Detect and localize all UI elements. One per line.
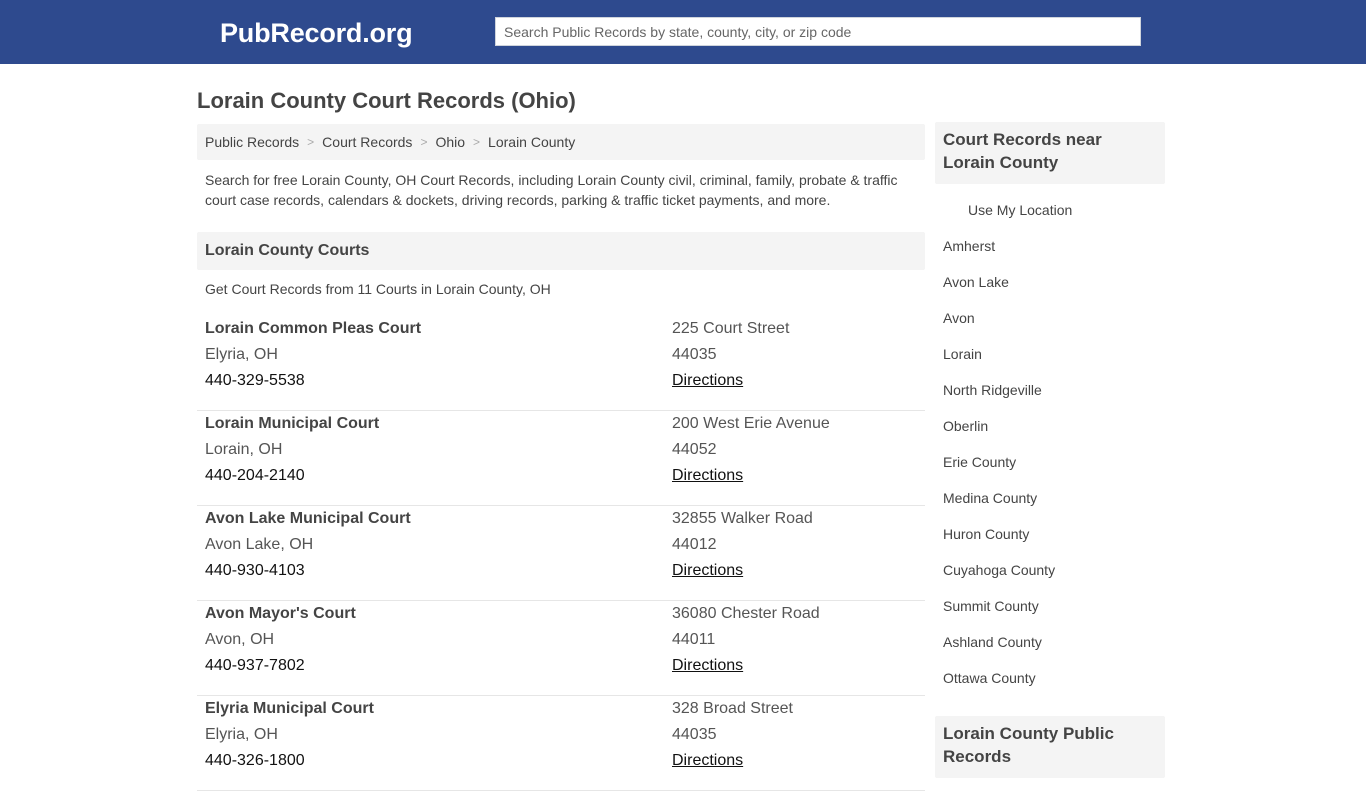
page-title: Lorain County Court Records (Ohio) bbox=[197, 88, 576, 113]
court-street: 200 West Erie Avenue bbox=[672, 415, 830, 432]
court-city: Lorain, OH bbox=[205, 441, 283, 458]
court-street: 328 Broad Street bbox=[672, 700, 793, 717]
search-box bbox=[495, 17, 1141, 46]
court-zip: 44035 bbox=[672, 346, 717, 363]
sidebar-item-huron-county[interactable]: Huron County bbox=[943, 516, 1165, 552]
sidebar-item-avon[interactable]: Avon bbox=[943, 300, 1165, 336]
court-phone[interactable]: 440-937-7802 bbox=[205, 657, 305, 675]
intro-text: Search for free Lorain County, OH Court … bbox=[205, 172, 898, 208]
court-zip: 44011 bbox=[672, 631, 716, 648]
breadcrumb-separator: > bbox=[307, 135, 315, 149]
sidebar-public-records-title: Lorain County Public Records bbox=[935, 716, 1165, 778]
court-phone[interactable]: 440-930-4103 bbox=[205, 562, 305, 580]
court-name-link[interactable]: Elyria Municipal Court bbox=[205, 700, 374, 718]
sidebar-item-avon-lake[interactable]: Avon Lake bbox=[943, 264, 1165, 300]
sidebar-nearby-title: Court Records near Lorain County bbox=[935, 122, 1165, 184]
sidebar-nearby-list: Use My Location Amherst Avon Lake Avon L… bbox=[943, 192, 1165, 696]
sidebar-item-ottawa-county[interactable]: Ottawa County bbox=[943, 660, 1165, 696]
sidebar-item-north-ridgeville[interactable]: North Ridgeville bbox=[943, 372, 1165, 408]
sidebar-item-amherst[interactable]: Amherst bbox=[943, 228, 1165, 264]
sidebar-item-cuyahoga-county[interactable]: Cuyahoga County bbox=[943, 552, 1165, 588]
breadcrumb-separator: > bbox=[420, 135, 428, 149]
use-my-location-link[interactable]: Use My Location bbox=[943, 192, 1165, 228]
court-zip: 44035 bbox=[672, 726, 717, 743]
court-city: Avon Lake, OH bbox=[205, 536, 314, 553]
breadcrumb: Public Records > Court Records > Ohio > … bbox=[197, 124, 925, 160]
search-input[interactable] bbox=[496, 18, 1140, 45]
sidebar-item-summit-county[interactable]: Summit County bbox=[943, 588, 1165, 624]
sidebar-item-ashland-county[interactable]: Ashland County bbox=[943, 624, 1165, 660]
court-name-link[interactable]: Lorain Municipal Court bbox=[205, 415, 379, 433]
breadcrumb-ohio[interactable]: Ohio bbox=[435, 134, 465, 150]
court-item: Avon Mayor's Court Avon, OH 440-937-7802… bbox=[197, 601, 925, 696]
site-logo[interactable]: PubRecord.org bbox=[220, 18, 413, 49]
court-city: Elyria, OH bbox=[205, 726, 278, 743]
court-zip: 44012 bbox=[672, 536, 717, 553]
court-name-link[interactable]: Avon Lake Municipal Court bbox=[205, 510, 411, 528]
court-item: Lorain Common Pleas Court Elyria, OH 440… bbox=[197, 316, 925, 411]
courts-subtitle: Get Court Records from 11 Courts in Lora… bbox=[205, 281, 551, 297]
top-bar: PubRecord.org bbox=[0, 0, 1366, 64]
breadcrumb-court-records[interactable]: Court Records bbox=[322, 134, 412, 150]
directions-link[interactable]: Directions bbox=[672, 372, 743, 390]
court-zip: 44052 bbox=[672, 441, 717, 458]
courts-section-title: Lorain County Courts bbox=[197, 232, 925, 270]
sidebar-item-medina-county[interactable]: Medina County bbox=[943, 480, 1165, 516]
court-street: 36080 Chester Road bbox=[672, 605, 820, 622]
court-phone[interactable]: 440-204-2140 bbox=[205, 467, 305, 485]
court-phone[interactable]: 440-329-5538 bbox=[205, 372, 305, 390]
directions-link[interactable]: Directions bbox=[672, 562, 743, 580]
court-phone[interactable]: 440-326-1800 bbox=[205, 752, 305, 770]
directions-link[interactable]: Directions bbox=[672, 467, 743, 485]
directions-link[interactable]: Directions bbox=[672, 752, 743, 770]
court-item: Avon Lake Municipal Court Avon Lake, OH … bbox=[197, 506, 925, 601]
breadcrumb-separator: > bbox=[473, 135, 481, 149]
court-city: Elyria, OH bbox=[205, 346, 278, 363]
court-street: 225 Court Street bbox=[672, 320, 790, 337]
court-city: Avon, OH bbox=[205, 631, 275, 648]
court-list: Lorain Common Pleas Court Elyria, OH 440… bbox=[197, 316, 925, 791]
court-name-link[interactable]: Avon Mayor's Court bbox=[205, 605, 356, 623]
sidebar-item-lorain[interactable]: Lorain bbox=[943, 336, 1165, 372]
court-name-link[interactable]: Lorain Common Pleas Court bbox=[205, 320, 421, 338]
breadcrumb-public-records[interactable]: Public Records bbox=[205, 134, 299, 150]
sidebar-item-oberlin[interactable]: Oberlin bbox=[943, 408, 1165, 444]
directions-link[interactable]: Directions bbox=[672, 657, 743, 675]
court-item: Elyria Municipal Court Elyria, OH 440-32… bbox=[197, 696, 925, 791]
court-item: Lorain Municipal Court Lorain, OH 440-20… bbox=[197, 411, 925, 506]
sidebar-item-erie-county[interactable]: Erie County bbox=[943, 444, 1165, 480]
breadcrumb-lorain-county[interactable]: Lorain County bbox=[488, 134, 575, 150]
court-street: 32855 Walker Road bbox=[672, 510, 813, 527]
